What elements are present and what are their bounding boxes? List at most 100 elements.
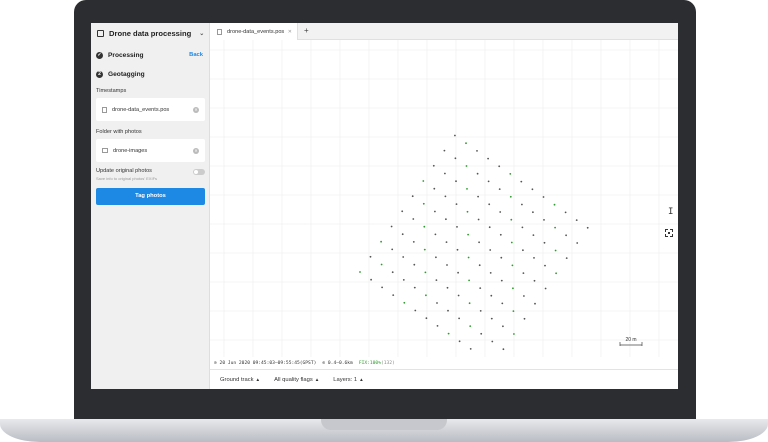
track-point <box>433 187 436 190</box>
track-point <box>435 279 438 281</box>
track-point <box>478 241 480 244</box>
track-point <box>522 272 525 274</box>
track-point <box>402 279 405 281</box>
track-point <box>456 248 459 251</box>
track-point <box>447 332 450 335</box>
track-point <box>434 233 437 236</box>
track-point <box>533 257 535 259</box>
text-cursor-icon[interactable]: I <box>668 207 673 217</box>
layers-dropdown[interactable]: Layers: 1 ▲ <box>333 377 363 383</box>
track-point <box>586 226 589 229</box>
track-point <box>521 203 523 206</box>
track-point <box>476 172 479 175</box>
back-button[interactable]: Back <box>189 52 203 58</box>
track-point <box>414 309 417 312</box>
clear-timestamps-icon[interactable]: ✕ <box>193 106 199 113</box>
track-point <box>554 226 556 229</box>
fix-label: FIX: <box>358 360 370 366</box>
app-title-menu[interactable]: Drone data processing ⌄ <box>97 29 204 38</box>
folder-icon <box>102 148 108 153</box>
track-point <box>401 210 404 213</box>
track-point <box>390 225 393 228</box>
track-point <box>544 287 547 290</box>
track-point <box>477 218 480 221</box>
fix-count: (132) <box>380 360 395 366</box>
timestamps-file-field[interactable]: drone-data_events.pos ✕ <box>96 98 205 121</box>
chevron-up-icon: ▲ <box>314 376 320 382</box>
track-point <box>458 317 460 320</box>
timestamps-file-name: drone-data_events.pos <box>112 106 170 113</box>
clear-folder-icon[interactable]: ✕ <box>193 147 199 154</box>
track-point <box>509 173 512 175</box>
track-point <box>436 302 438 304</box>
tab-drone-data-events[interactable]: drone-data_events.pos ✕ <box>210 23 298 40</box>
track-point <box>575 219 578 222</box>
tag-photos-button[interactable]: Tag photos <box>96 188 205 205</box>
track-point <box>490 317 493 320</box>
track-point <box>510 218 513 221</box>
track-point <box>458 340 461 343</box>
track-point <box>533 279 536 282</box>
close-icon[interactable]: ✕ <box>288 29 292 35</box>
track-point <box>544 264 546 267</box>
track-point <box>512 287 514 290</box>
track-point <box>423 225 426 228</box>
update-photos-toggle[interactable] <box>193 169 205 175</box>
photos-folder-label: Folder with photos <box>96 129 142 135</box>
track-point <box>564 211 567 214</box>
chevron-up-icon: ▲ <box>255 376 261 382</box>
track-point <box>432 164 435 167</box>
track-point <box>499 233 502 236</box>
timestamps-label: Timestamps <box>96 88 127 94</box>
track-point <box>445 241 448 244</box>
chevron-up-icon: ▲ <box>359 376 364 382</box>
step-label: Processing <box>108 52 144 59</box>
file-icon <box>217 28 222 35</box>
track-point <box>488 226 491 229</box>
track-point <box>454 134 456 137</box>
track-point <box>454 157 457 160</box>
track-map[interactable]: 20 m <box>210 40 678 357</box>
track-point <box>480 332 483 335</box>
track-point <box>466 188 468 190</box>
map-canvas[interactable]: 20 m <box>210 40 678 357</box>
step-label: Geotagging <box>108 71 145 78</box>
track-point <box>479 310 482 312</box>
track-point <box>444 172 446 175</box>
step-geotagging: 2 Geotagging <box>96 71 145 78</box>
fit-view-icon[interactable] <box>665 229 673 237</box>
status-bar: ⊙ 20 Jun 2020 09:45:03–09:55:45(GPST) ⊙ … <box>210 357 678 369</box>
track-point <box>531 188 534 191</box>
track-point <box>502 325 504 328</box>
track-point <box>444 195 447 198</box>
app-screen: Drone data processing ⌄ ✓ Processing Bac… <box>91 23 678 389</box>
add-tab-button[interactable]: + <box>304 26 309 35</box>
quality-flags-dropdown[interactable]: All quality flags ▲ <box>274 377 319 383</box>
track-point <box>445 218 447 221</box>
tab-label: drone-data_events.pos <box>227 28 285 35</box>
track-point <box>422 202 425 205</box>
track-point <box>498 188 501 191</box>
chevron-down-icon: ⌄ <box>199 31 205 37</box>
track-point <box>446 286 449 289</box>
photos-folder-name: drone-images <box>113 147 148 154</box>
track-point <box>554 249 557 252</box>
laptop-notch <box>321 419 447 430</box>
track-point <box>467 233 469 236</box>
track-point <box>403 301 406 304</box>
track-point <box>391 248 394 251</box>
track-point <box>465 142 467 145</box>
track-point <box>447 309 449 312</box>
photos-folder-field[interactable]: drone-images ✕ <box>96 139 205 162</box>
laptop-chin <box>74 389 696 420</box>
track-point <box>499 211 502 213</box>
track-point <box>401 233 404 236</box>
ground-track-dropdown[interactable]: Ground track ▲ <box>220 377 260 383</box>
track-point <box>500 279 503 282</box>
track-point <box>468 279 470 282</box>
quality-flags-label: All quality flags <box>274 376 313 383</box>
step-processing[interactable]: ✓ Processing <box>96 52 144 59</box>
app-title: Drone data processing <box>109 29 192 38</box>
track-point <box>510 241 513 244</box>
track-point <box>523 295 525 297</box>
